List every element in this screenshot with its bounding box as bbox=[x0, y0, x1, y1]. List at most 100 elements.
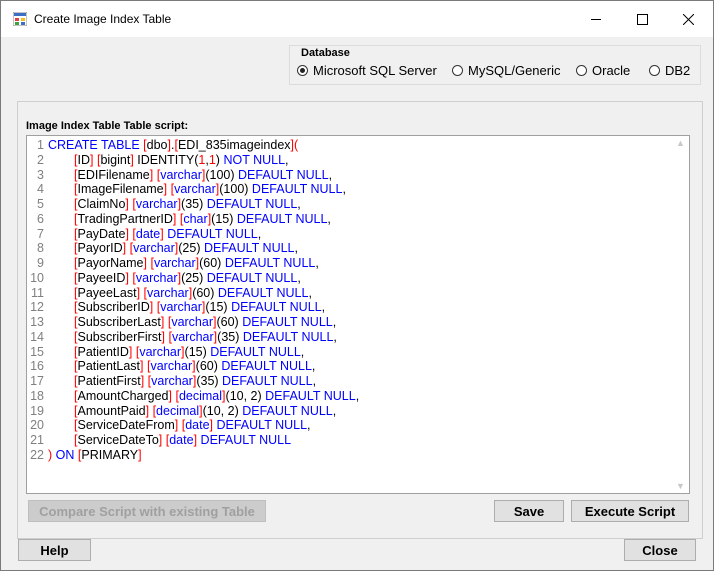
line-number: 17 bbox=[30, 374, 44, 388]
minimize-button[interactable] bbox=[573, 1, 619, 37]
close-window-button[interactable] bbox=[665, 1, 711, 37]
radio-label: MySQL/Generic bbox=[468, 63, 561, 78]
line-number: 6 bbox=[37, 211, 44, 226]
code-text: [TradingPartnerID] [char](15) DEFAULT NU… bbox=[74, 211, 331, 226]
code-line: 8 [PayorID] [varchar](25) DEFAULT NULL, bbox=[27, 241, 687, 256]
title-bar: Create Image Index Table bbox=[1, 1, 713, 37]
scroll-up-icon[interactable]: ▲ bbox=[676, 138, 685, 148]
code-line: 12 [SubscriberID] [varchar](15) DEFAULT N… bbox=[27, 300, 687, 315]
code-text: [SubscriberID] [varchar](15) DEFAULT NUL… bbox=[74, 300, 326, 315]
code-line: 5 [ClaimNo] [varchar](35) DEFAULT NULL, bbox=[27, 197, 687, 212]
code-line: 15 [PatientID] [varchar](15) DEFAULT NULL… bbox=[27, 345, 687, 360]
script-lines: 1 CREATE TABLE [dbo].[EDI_835imageindex](… bbox=[27, 138, 687, 463]
code-text: [PatientFirst] [varchar](35) DEFAULT NUL… bbox=[74, 374, 317, 388]
line-number: 8 bbox=[37, 241, 44, 256]
code-line: 7 [PayDate] [date] DEFAULT NULL, bbox=[27, 227, 687, 242]
radio-indicator bbox=[576, 65, 587, 76]
database-legend: Database bbox=[299, 47, 352, 59]
line-number: 13 bbox=[30, 315, 44, 329]
line-number: 21 bbox=[30, 433, 44, 447]
code-text: [AmountPaid] [decimal](10, 2) DEFAULT NU… bbox=[74, 403, 337, 418]
radio-sql-server[interactable]: Microsoft SQL Server bbox=[297, 63, 437, 78]
code-line: 9 [PayorName] [varchar](60) DEFAULT NULL, bbox=[27, 256, 687, 271]
line-number: 11 bbox=[31, 285, 44, 300]
code-line: 17 [PatientFirst] [varchar](35) DEFAULT N… bbox=[27, 374, 687, 389]
line-number: 4 bbox=[37, 182, 44, 197]
radio-label: DB2 bbox=[665, 63, 691, 78]
code-text: [PayorName] [varchar](60) DEFAULT NULL, bbox=[74, 256, 319, 270]
code-line: 1 CREATE TABLE [dbo].[EDI_835imageindex]( bbox=[27, 138, 687, 153]
line-number: 22 bbox=[30, 447, 44, 462]
code-text: [EDIFilename] [varchar](100) DEFAULT NUL… bbox=[74, 167, 333, 182]
close-button[interactable]: Close bbox=[624, 539, 696, 561]
code-line: 4 [ImageFilename] [varchar](100) DEFAULT … bbox=[27, 182, 687, 197]
line-number: 18 bbox=[30, 388, 44, 403]
compare-script-button[interactable]: Compare Script with existing Table bbox=[28, 500, 266, 522]
line-number: 3 bbox=[37, 167, 44, 182]
line-number: 15 bbox=[30, 344, 44, 359]
dialog-content: Database Microsoft SQL Server MySQL/Gene… bbox=[1, 37, 713, 570]
code-text: [PayorID] [varchar](25) DEFAULT NULL, bbox=[74, 241, 298, 256]
code-line: 13 [SubscriberLast] [varchar](60) DEFAULT… bbox=[27, 315, 687, 330]
maximize-button[interactable] bbox=[619, 1, 665, 37]
radio-oracle[interactable]: Oracle bbox=[576, 63, 630, 78]
code-text: CREATE TABLE [dbo].[EDI_835imageindex]( bbox=[48, 138, 299, 152]
line-number: 5 bbox=[37, 197, 44, 211]
code-text: [ImageFilename] [varchar](100) DEFAULT N… bbox=[74, 182, 346, 197]
close-icon bbox=[682, 13, 694, 25]
radio-indicator bbox=[452, 65, 463, 76]
code-text: [PayeeLast] [varchar](60) DEFAULT NULL, bbox=[74, 285, 312, 300]
code-text: [ServiceDateTo] [date] DEFAULT NULL bbox=[74, 433, 292, 447]
line-number: 10 bbox=[30, 270, 44, 285]
code-text: [PatientLast] [varchar](60) DEFAULT NULL… bbox=[74, 359, 316, 374]
code-line: 10 [PayeeID] [varchar](25) DEFAULT NULL, bbox=[27, 271, 687, 286]
dialog-window: Create Image Index Table Database Micros… bbox=[0, 0, 714, 571]
code-line: 11 [PayeeLast] [varchar](60) DEFAULT NULL… bbox=[27, 286, 687, 301]
code-text: [SubscriberLast] [varchar](60) DEFAULT N… bbox=[74, 315, 337, 329]
code-line: 21 [ServiceDateTo] [date] DEFAULT NULL bbox=[27, 433, 687, 448]
code-text: ) ON [PRIMARY] bbox=[48, 447, 142, 462]
vertical-scrollbar[interactable]: ▲ ▼ bbox=[672, 136, 689, 493]
code-line: 6 [TradingPartnerID] [char](15) DEFAULT N… bbox=[27, 212, 687, 227]
line-number: 14 bbox=[30, 329, 44, 344]
code-text: [AmountCharged] [decimal](10, 2) DEFAULT… bbox=[74, 388, 360, 403]
code-text: [PatientID] [varchar](15) DEFAULT NULL, bbox=[74, 344, 305, 359]
code-line: 22 ) ON [PRIMARY] bbox=[27, 448, 687, 463]
code-text: [ClaimNo] [varchar](35) DEFAULT NULL, bbox=[74, 197, 301, 211]
code-text: [PayeeID] [varchar](25) DEFAULT NULL, bbox=[74, 270, 301, 285]
code-line: 19 [AmountPaid] [decimal](10, 2) DEFAULT … bbox=[27, 404, 687, 419]
line-number: 7 bbox=[37, 226, 44, 241]
line-number: 19 bbox=[30, 403, 44, 418]
line-number: 2 bbox=[37, 152, 44, 167]
app-icon bbox=[13, 12, 27, 26]
script-label: Image Index Table Table script: bbox=[26, 120, 189, 132]
line-number: 9 bbox=[37, 256, 44, 270]
code-text: [SubscriberFirst] [varchar](35) DEFAULT … bbox=[74, 329, 337, 344]
maximize-icon bbox=[636, 13, 648, 25]
radio-indicator bbox=[649, 65, 660, 76]
save-button[interactable]: Save bbox=[494, 500, 564, 522]
window-title: Create Image Index Table bbox=[34, 12, 172, 26]
code-text: [ServiceDateFrom] [date] DEFAULT NULL, bbox=[74, 418, 311, 433]
line-number: 1 bbox=[37, 138, 44, 152]
code-line: 18 [AmountCharged] [decimal](10, 2) DEFAU… bbox=[27, 389, 687, 404]
line-number: 16 bbox=[30, 359, 44, 374]
code-line: 20 [ServiceDateFrom] [date] DEFAULT NULL, bbox=[27, 418, 687, 433]
script-editor[interactable]: 1 CREATE TABLE [dbo].[EDI_835imageindex](… bbox=[26, 135, 690, 494]
radio-mysql-generic[interactable]: MySQL/Generic bbox=[452, 63, 560, 78]
radio-indicator bbox=[297, 65, 308, 76]
minimize-icon bbox=[590, 18, 601, 20]
code-line: 16 [PatientLast] [varchar](60) DEFAULT NU… bbox=[27, 359, 687, 374]
code-line: 2 [ID] [bigint] IDENTITY(1,1) NOT NULL, bbox=[27, 153, 687, 168]
line-number: 20 bbox=[30, 418, 44, 433]
radio-label: Microsoft SQL Server bbox=[313, 63, 437, 78]
execute-script-button[interactable]: Execute Script bbox=[571, 500, 689, 522]
code-text: [PayDate] [date] DEFAULT NULL, bbox=[74, 226, 262, 241]
radio-db2[interactable]: DB2 bbox=[649, 63, 690, 78]
scroll-down-icon[interactable]: ▼ bbox=[676, 481, 685, 491]
code-line: 14 [SubscriberFirst] [varchar](35) DEFAUL… bbox=[27, 330, 687, 345]
radio-label: Oracle bbox=[592, 63, 631, 78]
line-number: 12 bbox=[30, 300, 44, 315]
help-button[interactable]: Help bbox=[18, 539, 91, 561]
code-line: 3 [EDIFilename] [varchar](100) DEFAULT NU… bbox=[27, 168, 687, 183]
